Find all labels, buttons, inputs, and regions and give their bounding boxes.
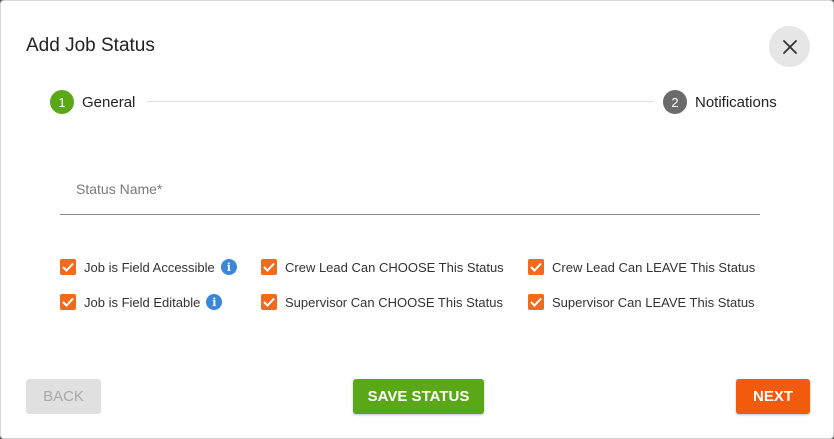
checkbox-box[interactable]: [261, 294, 277, 310]
checkmark-icon: [530, 297, 542, 307]
checkbox-box[interactable]: [60, 294, 76, 310]
status-name-input[interactable]: [76, 177, 736, 201]
checkmark-icon: [263, 297, 275, 307]
checkbox-box[interactable]: [261, 259, 277, 275]
checkmark-icon: [62, 297, 74, 307]
checkbox-supervisor-choose[interactable]: Supervisor Can CHOOSE This Status: [261, 293, 503, 311]
checkbox-box[interactable]: [528, 259, 544, 275]
back-button[interactable]: BACK: [26, 379, 101, 414]
checkmark-icon: [62, 262, 74, 272]
save-status-button[interactable]: SAVE STATUS: [353, 379, 484, 414]
checkbox-field-editable[interactable]: Job is Field Editable i: [60, 293, 223, 311]
checkbox-supervisor-leave[interactable]: Supervisor Can LEAVE This Status: [528, 293, 755, 311]
checkbox-label: Supervisor Can CHOOSE This Status: [285, 294, 503, 310]
step-general[interactable]: 1 General: [50, 90, 135, 114]
step-label-general: General: [82, 93, 136, 111]
checkbox-label: Job is Field Accessible: [84, 259, 215, 275]
checkbox-label: Supervisor Can LEAVE This Status: [552, 294, 755, 310]
status-name-field: [60, 169, 760, 215]
step-number-2: 2: [663, 90, 687, 114]
step-connector: [147, 101, 654, 102]
info-icon[interactable]: i: [220, 259, 237, 275]
step-label-notifications: Notifications: [695, 93, 777, 111]
stepper: 1 General 2 Notifications: [50, 90, 790, 114]
checkbox-box[interactable]: [60, 259, 76, 275]
info-icon[interactable]: i: [206, 294, 223, 310]
checkbox-label: Crew Lead Can LEAVE This Status: [552, 259, 756, 275]
checkbox-field-accessible[interactable]: Job is Field Accessible i: [60, 258, 237, 276]
checkbox-crew-lead-choose[interactable]: Crew Lead Can CHOOSE This Status: [261, 258, 504, 276]
next-button[interactable]: NEXT: [736, 379, 810, 414]
dialog-title: Add Job Status: [26, 35, 155, 56]
checkmark-icon: [263, 262, 275, 272]
step-notifications[interactable]: 2 Notifications: [663, 90, 777, 114]
checkmark-icon: [530, 262, 542, 272]
step-number-1: 1: [50, 90, 74, 114]
close-button[interactable]: [769, 26, 810, 67]
checkbox-box[interactable]: [528, 294, 544, 310]
close-icon: [782, 39, 797, 54]
checkbox-crew-lead-leave[interactable]: Crew Lead Can LEAVE This Status: [528, 258, 755, 276]
add-job-status-dialog: Add Job Status 1 General 2 Notifications…: [0, 0, 834, 439]
checkbox-label: Job is Field Editable: [84, 294, 201, 310]
checkbox-label: Crew Lead Can CHOOSE This Status: [285, 259, 504, 275]
